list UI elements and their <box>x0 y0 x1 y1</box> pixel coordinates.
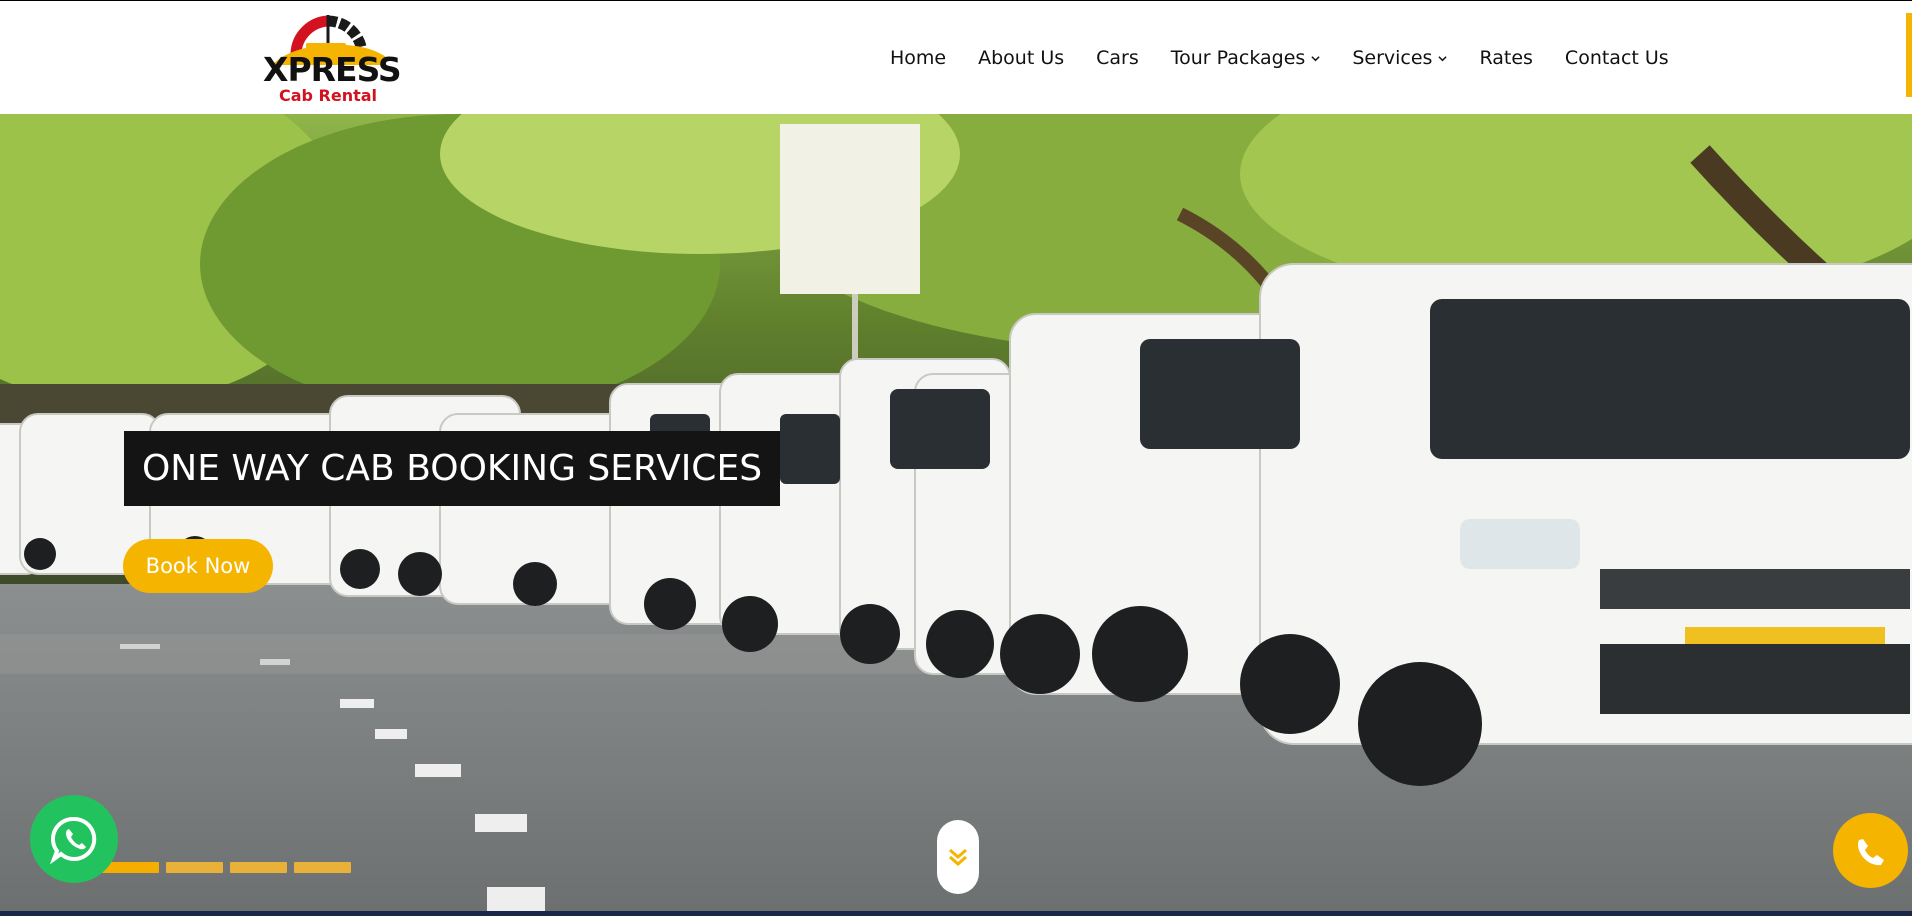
nav-home-label: Home <box>890 47 947 69</box>
double-chevron-down-icon <box>949 848 967 866</box>
chevron-down-icon <box>1311 55 1320 61</box>
nav-tour-packages-label: Tour Packages <box>1170 47 1306 69</box>
whatsapp-icon <box>49 816 97 865</box>
hero-slider: ONE WAY CAB BOOKING SERVICES Book Now <box>0 114 1912 911</box>
book-now-button[interactable]: Book Now <box>123 539 273 593</box>
nav-about-label: About Us <box>978 47 1065 69</box>
hero-title-box: ONE WAY CAB BOOKING SERVICES <box>124 431 780 506</box>
whatsapp-button[interactable] <box>30 795 118 883</box>
nav-home[interactable]: Home <box>890 47 946 69</box>
nav-contact-us[interactable]: Contact Us <box>1565 47 1669 69</box>
nav-services[interactable]: Services <box>1352 47 1448 69</box>
slider-dot[interactable] <box>102 862 159 873</box>
header-edge-accent <box>1906 13 1912 97</box>
chevron-down-icon <box>1438 55 1448 61</box>
phone-icon <box>1857 838 1884 865</box>
nav-services-label: Services <box>1352 47 1433 69</box>
slider-dot[interactable] <box>294 862 351 873</box>
nav-tour-packages[interactable]: Tour Packages <box>1171 47 1321 69</box>
slider-pagination <box>102 862 358 873</box>
brand-tagline: Cab Rental <box>278 86 378 105</box>
nav-rates-label: Rates <box>1479 47 1533 69</box>
call-button[interactable] <box>1833 813 1908 888</box>
nav-cars-label: Cars <box>1096 47 1139 69</box>
nav-rates[interactable]: Rates <box>1479 47 1532 69</box>
site-header: XPRESS Cab Rental Home About Us Cars Tou… <box>0 1 1912 114</box>
nav-contact-label: Contact Us <box>1564 47 1669 69</box>
slider-dot[interactable] <box>166 862 223 873</box>
brand-name: XPRESS <box>263 50 402 89</box>
main-nav: Home About Us Cars Tour Packages Service… <box>890 43 1701 73</box>
hero-background-image <box>0 114 1912 911</box>
scroll-down-button[interactable] <box>937 820 979 894</box>
nav-about-us[interactable]: About Us <box>978 47 1064 69</box>
brand-logo[interactable]: XPRESS Cab Rental <box>262 7 402 105</box>
bottom-strip <box>0 911 1912 916</box>
hero-title: ONE WAY CAB BOOKING SERVICES <box>141 448 763 489</box>
nav-cars[interactable]: Cars <box>1096 47 1139 69</box>
slider-dot[interactable] <box>230 862 287 873</box>
